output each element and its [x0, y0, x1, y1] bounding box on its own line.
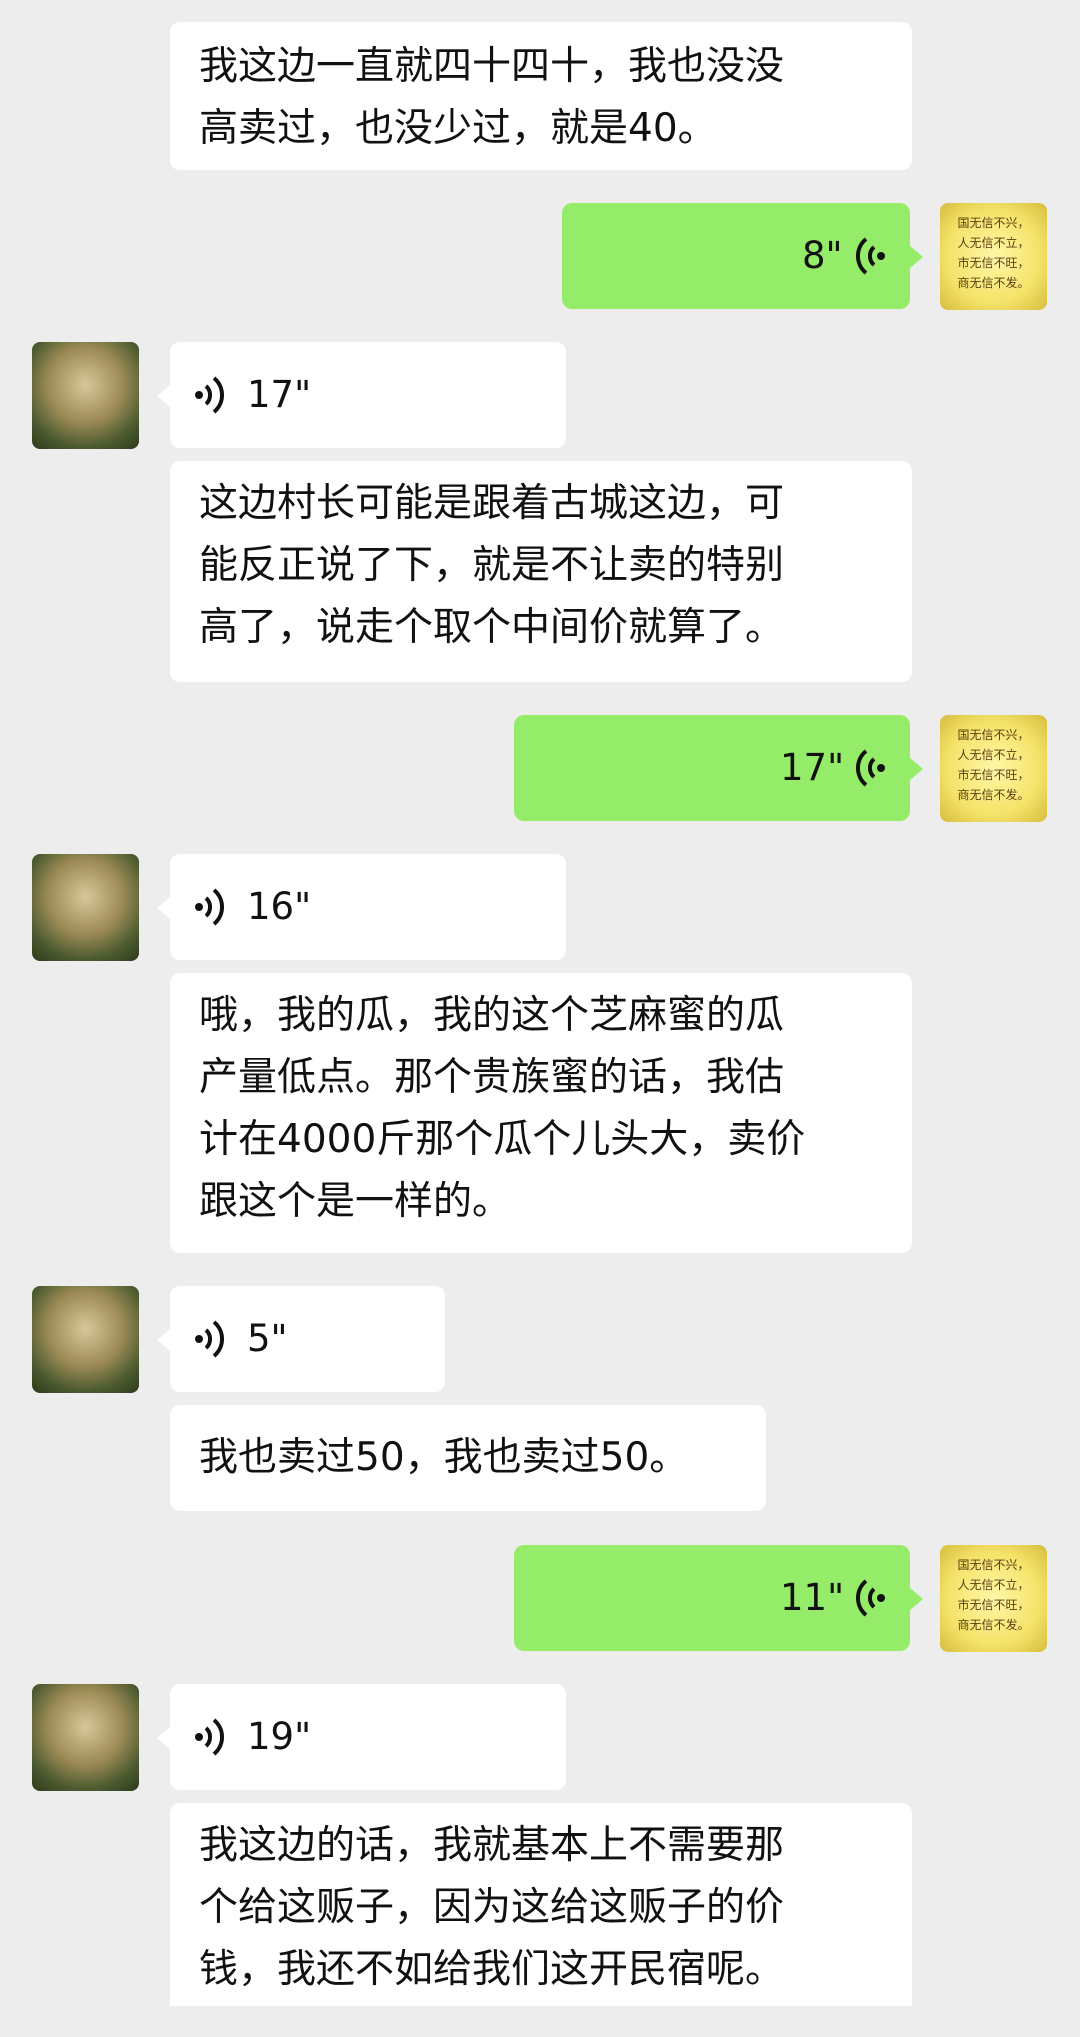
voice-duration: 8" [802, 234, 843, 277]
bubble-tail [910, 246, 923, 268]
avatar-text: 市无信不旺， [957, 256, 1030, 270]
contact-avatar[interactable] [32, 854, 139, 961]
voice-message-bubble[interactable]: 19" [170, 1684, 566, 1790]
bubble-tail [157, 1727, 170, 1749]
avatar-text: 国无信不兴， [957, 1558, 1030, 1572]
bubble-tail [910, 758, 923, 780]
avatar-text: 商无信不发。 [957, 788, 1030, 802]
voice-duration: 17" [780, 746, 845, 789]
contact-avatar[interactable] [32, 1684, 139, 1791]
message-line: 高了，说走个取个中间价就算了。 [199, 605, 785, 650]
voice-message-bubble[interactable]: 11" [514, 1545, 910, 1651]
my-avatar[interactable]: 国无信不兴， 人无信不立， 市无信不旺， 商无信不发。 [940, 203, 1047, 310]
voice-duration: 5" [247, 1317, 288, 1360]
message-bubble-text[interactable]: 我这边的话，我就基本上不需要那 个给这贩子，因为这给这贩子的价 钱，我还不如给我… [170, 1803, 912, 2033]
avatar-text: 人无信不立， [957, 748, 1030, 762]
voice-message-bubble[interactable]: 17" [514, 715, 910, 821]
avatar-text: 人无信不立， [957, 236, 1030, 250]
message-line: 个给这贩子，因为这给这贩子的价 [199, 1885, 785, 1930]
message-line: 我也卖过50，我也卖过50。 [199, 1435, 689, 1480]
voice-wave-icon [195, 1320, 225, 1358]
avatar-text: 商无信不发。 [957, 276, 1030, 290]
avatar-text: 市无信不旺， [957, 768, 1030, 782]
voice-wave-icon [195, 1718, 225, 1756]
message-line: 跟这个是一样的。 [199, 1179, 512, 1224]
voice-wave-icon [855, 749, 885, 787]
my-avatar[interactable]: 国无信不兴， 人无信不立， 市无信不旺， 商无信不发。 [940, 1545, 1047, 1652]
message-line: 能反正说了下，就是不让卖的特别 [199, 543, 785, 588]
bubble-tail [157, 385, 170, 407]
voice-wave-icon [195, 888, 225, 926]
message-line: 产量低点。那个贵族蜜的话，我估 [199, 1055, 785, 1100]
screen-bottom-edge [0, 2006, 1080, 2037]
message-line: 我这边一直就四十四十，我也没没 [199, 44, 785, 89]
message-bubble-text[interactable]: 这边村长可能是跟着古城这边，可 能反正说了下，就是不让卖的特别 高了，说走个取个… [170, 461, 912, 682]
message-line: 钱，我还不如给我们这开民宿呢。 [199, 1947, 785, 1992]
message-bubble-text[interactable]: 哦，我的瓜，我的这个芝麻蜜的瓜 产量低点。那个贵族蜜的话，我估 计在4000斤那… [170, 973, 912, 1253]
bubble-tail [157, 1329, 170, 1351]
contact-avatar[interactable] [32, 1286, 139, 1393]
message-bubble-text[interactable]: 我也卖过50，我也卖过50。 [170, 1405, 766, 1511]
message-line: 哦，我的瓜，我的这个芝麻蜜的瓜 [199, 993, 785, 1038]
avatar-text: 市无信不旺， [957, 1598, 1030, 1612]
my-avatar[interactable]: 国无信不兴， 人无信不立， 市无信不旺， 商无信不发。 [940, 715, 1047, 822]
voice-duration: 16" [247, 885, 312, 928]
voice-message-bubble[interactable]: 5" [170, 1286, 445, 1392]
message-line: 计在4000斤那个瓜个儿头大，卖价 [199, 1117, 806, 1162]
voice-duration: 11" [780, 1576, 845, 1619]
avatar-text: 国无信不兴， [957, 216, 1030, 230]
avatar-text: 人无信不立， [957, 1578, 1030, 1592]
voice-duration: 19" [247, 1715, 312, 1758]
avatar-text: 国无信不兴， [957, 728, 1030, 742]
voice-message-bubble[interactable]: 17" [170, 342, 566, 448]
bubble-tail [910, 1588, 923, 1610]
voice-wave-icon [195, 376, 225, 414]
voice-duration: 17" [247, 373, 312, 416]
voice-wave-icon [855, 237, 885, 275]
bubble-tail [157, 897, 170, 919]
message-bubble-text[interactable]: 我这边一直就四十四十，我也没没 高卖过，也没少过，就是40。 [170, 22, 912, 170]
message-line: 这边村长可能是跟着古城这边，可 [199, 481, 785, 526]
message-line: 高卖过，也没少过，就是40。 [199, 106, 717, 151]
voice-message-bubble[interactable]: 16" [170, 854, 566, 960]
voice-message-bubble[interactable]: 8" [562, 203, 910, 309]
message-line: 我这边的话，我就基本上不需要那 [199, 1823, 785, 1868]
voice-wave-icon [855, 1579, 885, 1617]
avatar-text: 商无信不发。 [957, 1618, 1030, 1632]
contact-avatar[interactable] [32, 342, 139, 449]
